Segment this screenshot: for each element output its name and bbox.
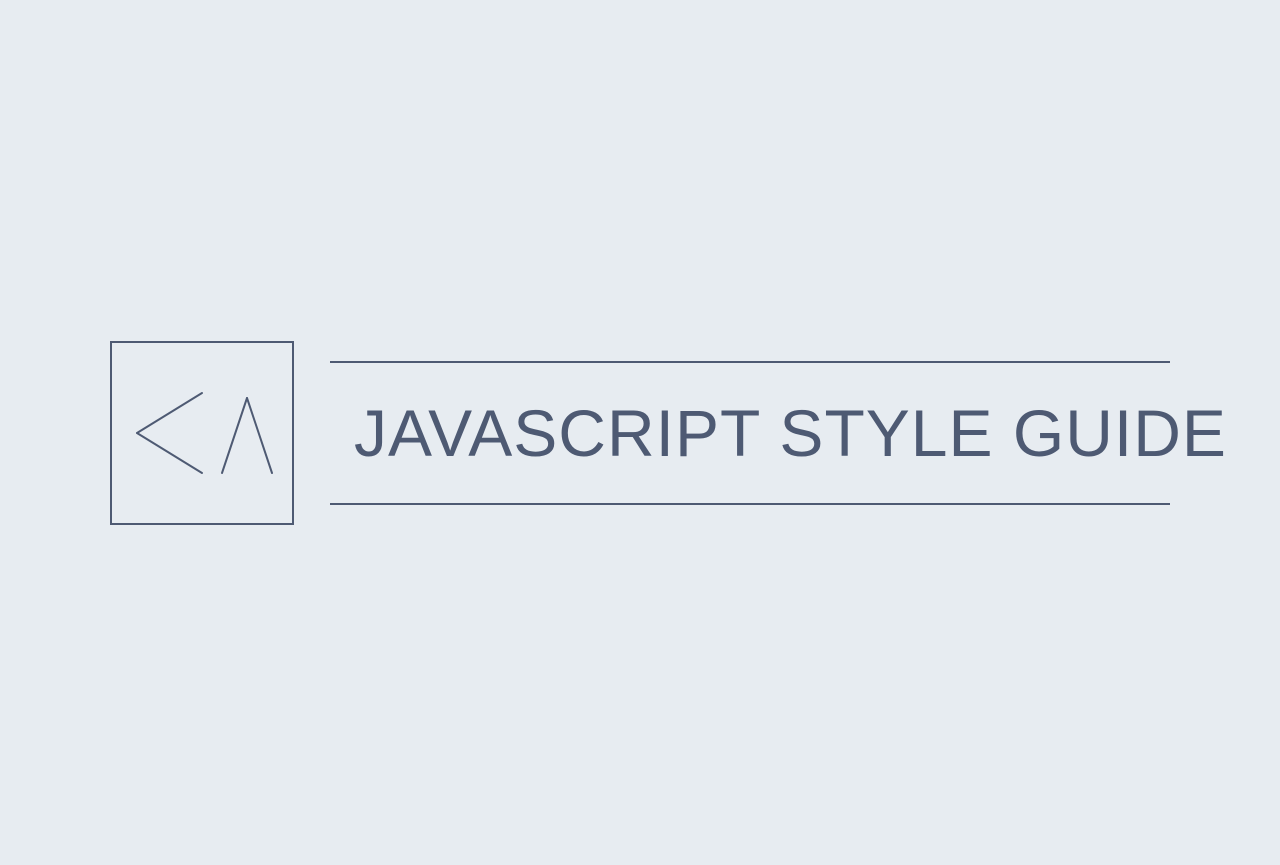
bottom-rule [330,503,1170,505]
logo-box [110,341,294,525]
page-title: JAVASCRIPT STYLE GUIDE [330,363,1170,503]
ka-logo-icon [127,383,277,483]
title-section: JAVASCRIPT STYLE GUIDE [330,361,1170,505]
banner: JAVASCRIPT STYLE GUIDE [110,341,1170,525]
